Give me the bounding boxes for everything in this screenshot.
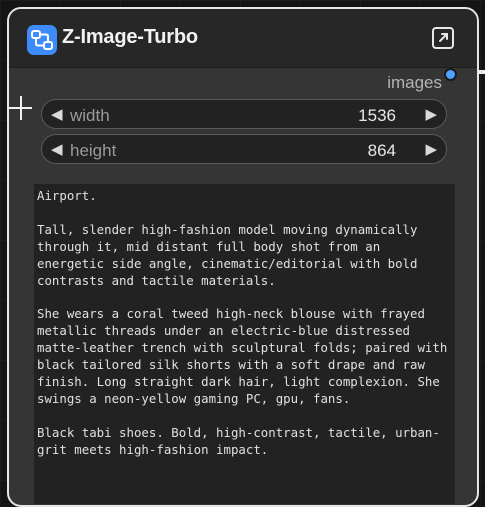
width-value[interactable]: 1536 bbox=[358, 106, 396, 126]
prompt-textarea[interactable]: Airport. Tall, slender high-fashion mode… bbox=[34, 184, 455, 504]
output-slot-images[interactable] bbox=[444, 68, 457, 81]
expand-subgraph-icon[interactable] bbox=[431, 26, 455, 50]
crosshair-cursor-icon-vertical bbox=[20, 96, 22, 120]
height-label: height bbox=[70, 141, 117, 160]
node-title: Z-Image-Turbo bbox=[62, 26, 198, 48]
height-widget[interactable]: ◀ height 864 ▶ bbox=[41, 134, 447, 164]
width-label: width bbox=[70, 106, 110, 125]
height-decrement-icon[interactable]: ◀ bbox=[51, 140, 63, 158]
node-title-bar[interactable]: Z-Image-Turbo bbox=[9, 9, 477, 68]
node-z-image-turbo[interactable]: Z-Image-Turbo images ◀ width 1536 ▶ ◀ he… bbox=[7, 7, 479, 507]
width-decrement-icon[interactable]: ◀ bbox=[51, 105, 63, 123]
workflow-icon bbox=[27, 25, 57, 55]
width-increment-icon[interactable]: ▶ bbox=[425, 105, 437, 123]
output-label-images: images bbox=[387, 73, 442, 92]
height-value[interactable]: 864 bbox=[368, 141, 396, 161]
width-widget[interactable]: ◀ width 1536 ▶ bbox=[41, 99, 447, 129]
height-increment-icon[interactable]: ▶ bbox=[425, 140, 437, 158]
